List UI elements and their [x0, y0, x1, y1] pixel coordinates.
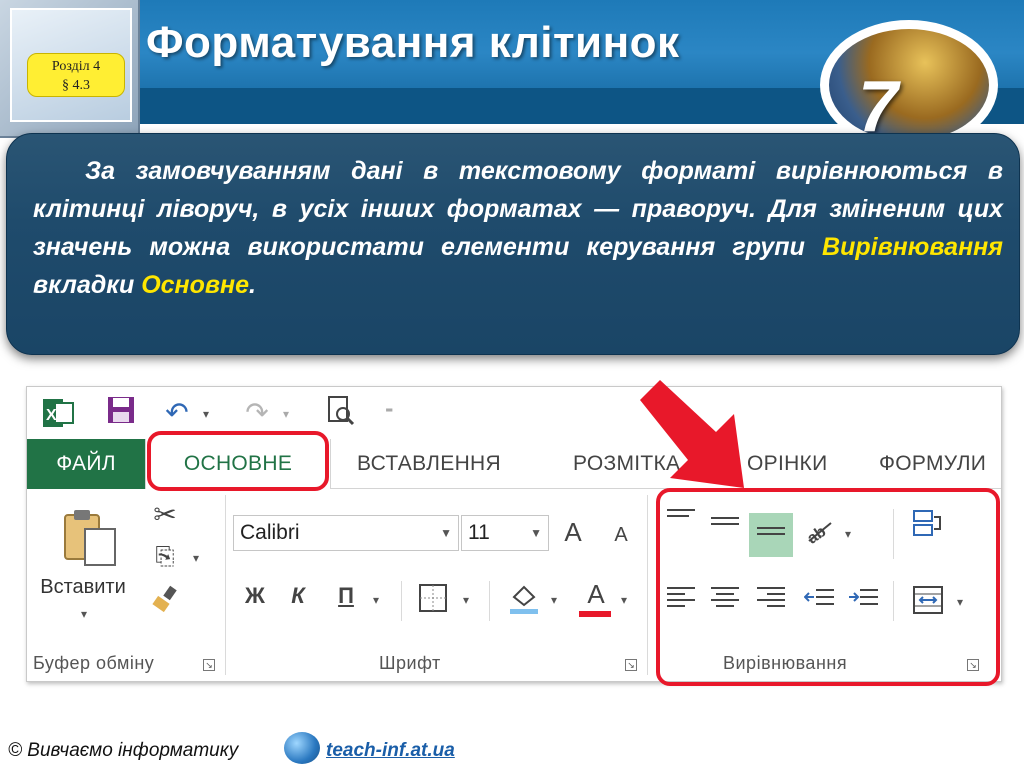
svg-text:X: X — [46, 407, 57, 424]
separator — [489, 581, 490, 621]
borders-dropdown-icon[interactable]: ▾ — [463, 593, 469, 607]
book-logo — [820, 20, 998, 150]
customize-qat-icon[interactable]: ⁼ — [385, 403, 393, 423]
paste-icon[interactable] — [61, 507, 121, 569]
excel-logo-icon[interactable]: X — [41, 395, 77, 431]
copy-dropdown-icon[interactable]: ▾ — [193, 551, 199, 565]
section-number: Розділ 4 — [51, 59, 101, 74]
grow-font-icon[interactable]: A — [559, 519, 587, 545]
redo-dropdown-icon[interactable]: ▾ — [283, 407, 289, 421]
page-title: Форматування клітинок — [146, 18, 680, 67]
clipboard-dialog-launcher-icon[interactable]: ↘ — [203, 659, 215, 671]
font-name-dropdown-icon[interactable]: ▼ — [440, 516, 452, 550]
redo-icon[interactable]: ↷ — [241, 395, 273, 431]
separator — [225, 495, 226, 675]
font-color-swatch — [579, 611, 611, 617]
fill-color-dropdown-icon[interactable]: ▾ — [551, 593, 557, 607]
callout-paragraph: За замовчуванням дані в текстовому форма… — [33, 152, 1003, 304]
footer-link[interactable]: teach-inf.at.ua — [326, 740, 455, 762]
undo-dropdown-icon[interactable]: ▾ — [203, 407, 209, 421]
text-callout: За замовчуванням дані в текстовому форма… — [6, 133, 1020, 355]
font-size-combo[interactable]: 11 ▼ — [461, 515, 549, 551]
shrink-font-icon[interactable]: A — [609, 525, 633, 545]
font-group-label: Шрифт — [379, 653, 441, 673]
home-tab-highlight — [147, 431, 329, 491]
globe-icon — [284, 732, 320, 764]
alignment-group-highlight — [656, 488, 1000, 686]
save-icon[interactable] — [103, 395, 139, 431]
tab-formulas[interactable]: ФОРМУЛИ — [879, 439, 986, 489]
cut-icon[interactable]: ✂ — [149, 501, 181, 529]
tab-file[interactable]: ФАЙЛ — [27, 439, 145, 489]
paste-label[interactable]: Вставити — [33, 577, 133, 597]
copy-icon[interactable]: ⎘ — [149, 545, 181, 569]
font-name-combo[interactable]: Calibri ▼ — [233, 515, 459, 551]
callout-tab-name: Основне — [141, 271, 250, 299]
underline-button[interactable]: П — [333, 585, 359, 607]
fill-color-icon[interactable] — [507, 583, 541, 620]
underline-dropdown-icon[interactable]: ▾ — [373, 593, 379, 607]
callout-text-middle: вкладки — [33, 271, 142, 299]
book-cover-image — [829, 29, 989, 141]
undo-icon[interactable]: ↶ — [161, 395, 193, 431]
section-badge: Розділ 4 § 4.3 — [27, 53, 125, 97]
clipboard-group-label: Буфер обміну — [33, 653, 155, 673]
font-dialog-launcher-icon[interactable]: ↘ — [625, 659, 637, 671]
separator — [647, 495, 648, 675]
footer-copyright: © Вивчаємо інформатику — [8, 740, 239, 761]
font-color-icon[interactable]: A — [579, 581, 613, 607]
font-size-value: 11 — [468, 521, 490, 544]
font-name-value: Calibri — [240, 521, 300, 544]
borders-icon[interactable] — [417, 583, 449, 618]
font-size-dropdown-icon[interactable]: ▼ — [530, 516, 542, 550]
red-arrow-icon — [640, 380, 744, 488]
print-preview-icon[interactable] — [323, 395, 359, 431]
format-painter-icon[interactable] — [149, 585, 181, 620]
font-color-dropdown-icon[interactable]: ▾ — [621, 593, 627, 607]
italic-button[interactable]: К — [285, 585, 311, 607]
paragraph-number: § 4.3 — [62, 78, 90, 93]
bold-button[interactable]: Ж — [241, 585, 269, 607]
paste-dropdown-icon[interactable]: ▾ — [81, 607, 87, 621]
callout-text-end: . — [249, 271, 256, 299]
callout-group-name: Вирівнювання — [822, 233, 1003, 261]
separator — [401, 581, 402, 621]
tab-insert[interactable]: ВСТАВЛЕННЯ — [357, 439, 501, 489]
